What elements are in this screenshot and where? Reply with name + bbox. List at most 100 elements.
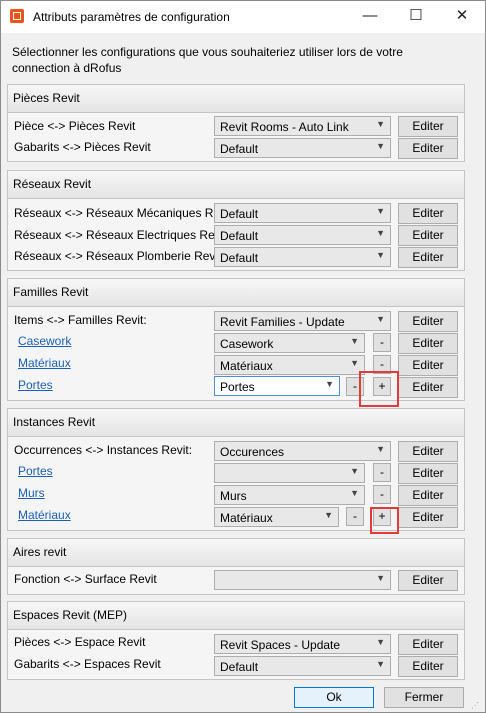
chevron-down-icon: ▼ xyxy=(376,228,385,238)
pieces-combo[interactable]: Revit Rooms - Auto Link ▼ xyxy=(214,116,391,136)
chevron-down-icon: ▼ xyxy=(376,659,385,669)
panel-header: Réseaux Revit xyxy=(8,171,464,199)
chevron-down-icon: ▼ xyxy=(325,379,334,389)
row-label: Items <-> Familles Revit: xyxy=(14,313,147,327)
link-materiaux-instances[interactable]: Matériaux xyxy=(18,508,71,522)
panel-title: Aires revit xyxy=(13,545,67,559)
edit-button[interactable]: Editer xyxy=(398,333,458,354)
row-label: Réseaux <-> Réseaux Mécaniques Revit xyxy=(14,206,214,220)
combo-value: Default xyxy=(220,207,259,221)
portes-combo[interactable]: Portes ▼ xyxy=(214,376,340,396)
row-label: Réseaux <-> Réseaux Electriques Revit xyxy=(14,228,214,242)
combo-value: Portes xyxy=(220,380,255,394)
chevron-down-icon: ▼ xyxy=(376,119,385,129)
panel-header: Aires revit xyxy=(8,539,464,567)
combo-value: Revit Families - Update xyxy=(220,315,345,329)
link-murs[interactable]: Murs xyxy=(18,486,45,500)
materiaux-combo[interactable]: Matériaux ▼ xyxy=(214,355,365,375)
panel-reseaux-revit: Réseaux Revit Réseaux <-> Réseaux Mécani… xyxy=(7,170,465,271)
chevron-down-icon: ▼ xyxy=(376,206,385,216)
materiaux-instances-combo[interactable]: Matériaux ▼ xyxy=(214,507,339,527)
link-portes-instances[interactable]: Portes xyxy=(18,464,53,478)
ok-button[interactable]: Ok xyxy=(294,687,374,708)
chevron-down-icon: ▼ xyxy=(376,314,385,324)
link-casework[interactable]: Casework xyxy=(18,334,71,348)
row-label: Réseaux <-> Réseaux Plomberie Revit xyxy=(14,249,214,263)
remove-button[interactable]: - xyxy=(346,507,364,526)
combo-value: Revit Spaces - Update xyxy=(220,638,341,652)
chevron-down-icon: ▼ xyxy=(350,336,359,346)
reseaux-electriques-combo[interactable]: Default ▼ xyxy=(214,225,391,245)
edit-button[interactable]: Editer xyxy=(398,116,458,137)
edit-button[interactable]: Editer xyxy=(398,507,458,528)
chevron-down-icon: ▼ xyxy=(376,141,385,151)
edit-button[interactable]: Editer xyxy=(398,203,458,224)
familles-combo[interactable]: Revit Families - Update ▼ xyxy=(214,311,391,331)
edit-button[interactable]: Editer xyxy=(398,463,458,484)
chevron-down-icon: ▼ xyxy=(324,510,333,520)
panel-pieces-revit: Pièces Revit Pièce <-> Pièces Revit Revi… xyxy=(7,84,465,162)
edit-button[interactable]: Editer xyxy=(398,377,458,398)
edit-button[interactable]: Editer xyxy=(398,634,458,655)
remove-button[interactable]: - xyxy=(373,485,391,504)
panel-title: Réseaux Revit xyxy=(13,177,92,191)
panel-header: Pièces Revit xyxy=(8,85,464,113)
app-icon xyxy=(10,9,24,23)
espaces-combo[interactable]: Revit Spaces - Update ▼ xyxy=(214,634,391,654)
highlight-box xyxy=(359,371,399,407)
combo-value: Matériaux xyxy=(220,511,273,525)
intro-text: Sélectionner les configurations que vous… xyxy=(12,45,403,75)
resize-grip-icon[interactable]: ⋰ xyxy=(471,701,479,710)
gabarits-espaces-combo[interactable]: Default ▼ xyxy=(214,656,391,676)
panel-title: Instances Revit xyxy=(13,415,96,429)
combo-value: Occurences xyxy=(220,445,285,459)
gabarits-combo[interactable]: Default ▼ xyxy=(214,138,391,158)
fonction-combo[interactable]: ▼ xyxy=(214,570,391,590)
combo-value: Default xyxy=(220,251,259,265)
edit-button[interactable]: Editer xyxy=(398,656,458,677)
edit-button[interactable]: Editer xyxy=(398,138,458,159)
edit-button[interactable]: Editer xyxy=(398,247,458,268)
row-label: Gabarits <-> Espaces Revit xyxy=(14,657,161,671)
fermer-button[interactable]: Fermer xyxy=(384,687,464,708)
chevron-down-icon: ▼ xyxy=(350,358,359,368)
murs-combo[interactable]: Murs ▼ xyxy=(214,485,365,505)
row-label: Pièce <-> Pièces Revit xyxy=(14,119,136,133)
combo-value: Murs xyxy=(220,489,247,503)
row-label: Pièces <-> Espace Revit xyxy=(14,635,146,649)
panel-header: Espaces Revit (MEP) xyxy=(8,602,464,630)
remove-button[interactable]: - xyxy=(373,463,391,482)
edit-button[interactable]: Editer xyxy=(398,311,458,332)
chevron-down-icon: ▼ xyxy=(350,466,359,476)
chevron-down-icon: ▼ xyxy=(376,573,385,583)
reseaux-plomberie-combo[interactable]: Default ▼ xyxy=(214,247,391,267)
highlight-box xyxy=(370,507,399,534)
combo-value: Default xyxy=(220,142,259,156)
casework-combo[interactable]: Casework ▼ xyxy=(214,333,365,353)
panel-title: Pièces Revit xyxy=(13,91,80,105)
maximize-button[interactable]: ☐ xyxy=(393,1,439,33)
panel-header: Familles Revit xyxy=(8,279,464,307)
edit-button[interactable]: Editer xyxy=(398,355,458,376)
title-bar: Attributs paramètres de configuration — … xyxy=(1,1,485,33)
edit-button[interactable]: Editer xyxy=(398,485,458,506)
edit-button[interactable]: Editer xyxy=(398,570,458,591)
reseaux-mecaniques-combo[interactable]: Default ▼ xyxy=(214,203,391,223)
panel-title: Familles Revit xyxy=(13,285,89,299)
config-dialog: Attributs paramètres de configuration — … xyxy=(0,0,486,713)
edit-button[interactable]: Editer xyxy=(398,441,458,462)
row-label: Gabarits <-> Pièces Revit xyxy=(14,140,151,154)
panel-title: Espaces Revit (MEP) xyxy=(13,608,128,622)
panel-header: Instances Revit xyxy=(8,409,464,437)
occurrences-combo[interactable]: Occurences ▼ xyxy=(214,441,391,461)
window-title: Attributs paramètres de configuration xyxy=(33,10,230,24)
remove-button[interactable]: - xyxy=(373,333,391,352)
link-portes[interactable]: Portes xyxy=(18,378,53,392)
minimize-button[interactable]: — xyxy=(347,1,393,33)
edit-button[interactable]: Editer xyxy=(398,225,458,246)
chevron-down-icon: ▼ xyxy=(350,488,359,498)
close-window-button[interactable]: ✕ xyxy=(439,1,485,33)
portes-instances-combo[interactable]: ▼ xyxy=(214,463,365,483)
link-materiaux[interactable]: Matériaux xyxy=(18,356,71,370)
combo-value: Revit Rooms - Auto Link xyxy=(220,120,349,134)
